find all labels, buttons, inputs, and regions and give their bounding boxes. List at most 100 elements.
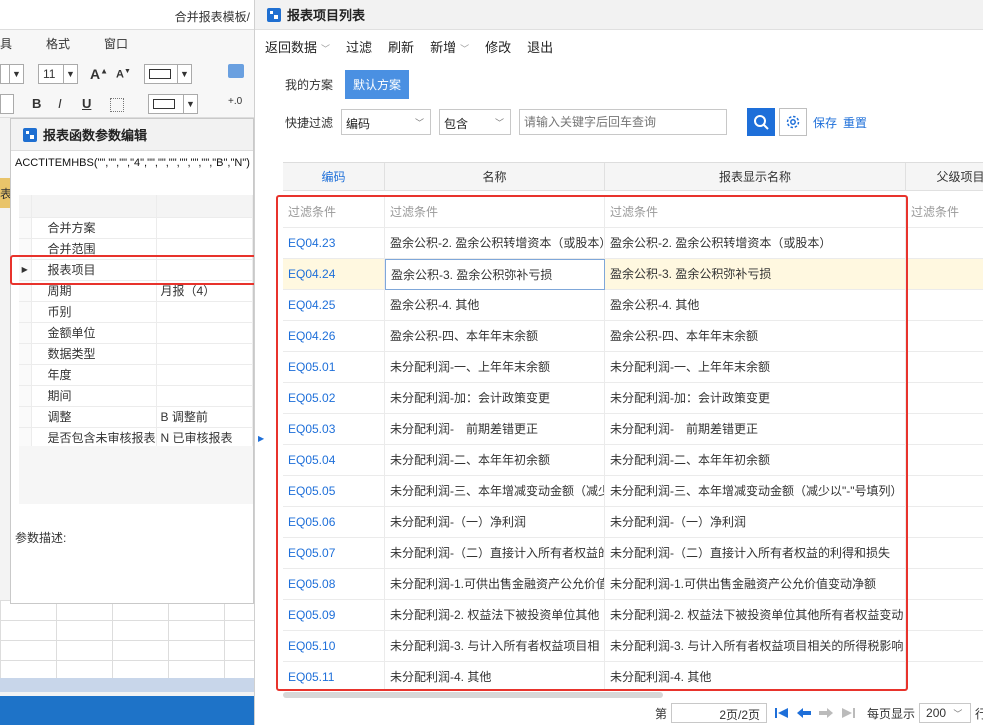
column-header-display-name[interactable]: 报表显示名称 bbox=[605, 163, 906, 191]
border-grid-icon[interactable] bbox=[110, 98, 124, 112]
cell-parent[interactable] bbox=[906, 290, 983, 321]
param-row[interactable]: 调整 B 调整前 bbox=[19, 406, 254, 428]
chevron-down-icon: ﹀ bbox=[321, 43, 331, 54]
filter-field-select[interactable]: 编码 ﹀ bbox=[341, 109, 432, 135]
cell-parent[interactable] bbox=[906, 476, 983, 507]
last-page-icon[interactable] bbox=[840, 707, 856, 719]
param-value[interactable]: B 调整前 bbox=[156, 406, 254, 428]
prev-page-icon[interactable] bbox=[796, 707, 812, 719]
cell-parent[interactable] bbox=[906, 414, 983, 445]
param-value[interactable] bbox=[156, 301, 254, 323]
toolbar-item-label: 退出 bbox=[527, 39, 554, 55]
font-shrink-icon[interactable]: A▼ bbox=[116, 68, 131, 81]
filter-cell-parent[interactable]: 过滤条件 bbox=[906, 197, 983, 228]
scheme-row: 我的方案 默认方案 bbox=[285, 69, 410, 99]
toolbar-item[interactable]: 新增 ﹀ bbox=[430, 37, 469, 56]
param-row[interactable]: 数据类型 bbox=[19, 343, 254, 365]
bg-font-size-value: 11 bbox=[43, 67, 56, 81]
bold-icon[interactable]: B bbox=[32, 96, 41, 111]
font-grow-icon[interactable]: A▲ bbox=[90, 66, 108, 82]
main-toolbar: 返回数据 ﹀ 过滤 刷新 新增 ﹀ 修改 退出 bbox=[255, 34, 983, 58]
cell-parent[interactable] bbox=[906, 662, 983, 690]
italic-icon[interactable]: I bbox=[58, 96, 62, 111]
bg-status-bar bbox=[0, 696, 254, 725]
cell-parent[interactable] bbox=[906, 352, 983, 383]
param-row[interactable]: 是否包含未审核报表 N 已审核报表 bbox=[19, 427, 254, 449]
column-header-parent[interactable]: 父级项目 bbox=[906, 163, 983, 191]
bg-menu-tools[interactable]: 具 bbox=[0, 35, 12, 52]
param-value[interactable] bbox=[156, 322, 254, 344]
param-value[interactable] bbox=[156, 385, 254, 407]
cell-parent[interactable] bbox=[906, 445, 983, 476]
my-scheme-tab[interactable]: 我的方案 bbox=[285, 76, 333, 93]
cell-parent[interactable] bbox=[906, 228, 983, 259]
toolbar-item[interactable]: 刷新 bbox=[388, 37, 414, 56]
filter-operator-select[interactable]: 包含 ﹀ bbox=[439, 109, 512, 135]
toolbar-item-label: 刷新 bbox=[388, 39, 415, 55]
expand-arrow-icon[interactable]: ▶ bbox=[258, 434, 264, 443]
next-page-icon[interactable] bbox=[818, 707, 834, 719]
bg-line-select[interactable]: ▼ bbox=[148, 94, 198, 114]
cell-parent[interactable] bbox=[906, 600, 983, 631]
toolbar-item-label: 过滤 bbox=[346, 39, 373, 55]
default-scheme-tab[interactable]: 默认方案 bbox=[345, 69, 410, 99]
grid-header: 编码 名称 报表显示名称 父级项目 bbox=[283, 163, 983, 191]
bg-menu-format[interactable]: 格式 bbox=[46, 35, 70, 52]
cell-parent[interactable] bbox=[906, 321, 983, 352]
bg-spreadsheet-grid[interactable] bbox=[0, 600, 254, 680]
search-button[interactable] bbox=[747, 108, 776, 136]
toolbar-item[interactable]: 修改 bbox=[485, 37, 511, 56]
cell-parent[interactable] bbox=[906, 569, 983, 600]
cell-parent[interactable] bbox=[906, 507, 983, 538]
bg-align-select[interactable] bbox=[0, 94, 14, 114]
param-row[interactable]: 币别 bbox=[19, 301, 254, 323]
param-description-label: 参数描述: bbox=[15, 531, 67, 545]
cell-parent[interactable] bbox=[906, 259, 983, 290]
bg-toolbar: ▼ 11 ▼ A▲ A▼ ▼ B I U ▼ +.0 bbox=[0, 56, 254, 118]
bg-tool-icon[interactable] bbox=[228, 64, 244, 78]
page-number-input[interactable]: 2页/2页 bbox=[671, 703, 768, 723]
grid-horizontal-scrollbar[interactable] bbox=[283, 692, 663, 698]
page-size-select[interactable]: 200 ﹀ bbox=[919, 703, 972, 723]
decimal-icon[interactable]: +.0 bbox=[228, 96, 242, 107]
row-indicator bbox=[19, 343, 32, 365]
column-header-name[interactable]: 名称 bbox=[385, 163, 605, 191]
param-formula-text: ACCTITEMHBS("","","","4","","","","","",… bbox=[15, 157, 250, 169]
pager-prefix: 第 bbox=[655, 706, 668, 721]
param-edit-dialog: 报表函数参数编辑 ACCTITEMHBS("","","","4","","",… bbox=[10, 118, 254, 604]
search-icon bbox=[754, 115, 769, 130]
filter-settings-button[interactable] bbox=[779, 108, 808, 136]
param-row[interactable]: 合并方案 bbox=[19, 217, 254, 239]
underline-icon[interactable]: U bbox=[82, 96, 91, 111]
bg-font-select[interactable]: ▼ bbox=[0, 64, 24, 84]
param-row[interactable]: 期间 bbox=[19, 385, 254, 407]
keyword-search-input[interactable] bbox=[519, 109, 728, 135]
cell-parent[interactable] bbox=[906, 631, 983, 662]
param-value[interactable] bbox=[156, 343, 254, 365]
param-value[interactable] bbox=[156, 364, 254, 386]
bg-menu-window[interactable]: 窗口 bbox=[104, 35, 128, 52]
filter-field-value: 编码 bbox=[346, 117, 371, 131]
cell-parent[interactable] bbox=[906, 383, 983, 414]
toolbar-item[interactable]: 返回数据 ﹀ bbox=[265, 37, 330, 56]
bg-font-size-select[interactable]: 11 ▼ bbox=[38, 64, 78, 84]
first-page-icon[interactable] bbox=[774, 707, 790, 719]
param-row[interactable]: 年度 bbox=[19, 364, 254, 386]
param-value[interactable] bbox=[156, 217, 254, 239]
column-header-code[interactable]: 编码 bbox=[283, 163, 385, 191]
main-dialog-title: 报表项目列表 bbox=[287, 8, 366, 23]
bg-menu-bar: 具 格式 窗口 bbox=[0, 30, 254, 56]
bg-horizontal-scrollbar[interactable] bbox=[0, 678, 254, 692]
param-row[interactable]: 金额单位 bbox=[19, 322, 254, 344]
toolbar-item[interactable]: 过滤 bbox=[346, 37, 372, 56]
param-dialog-title: 报表函数参数编辑 bbox=[43, 128, 148, 143]
cell-parent[interactable] bbox=[906, 538, 983, 569]
param-name: 数据类型 bbox=[31, 343, 157, 365]
param-row-highlight-box bbox=[10, 255, 260, 285]
reset-scheme-link[interactable]: 重置 bbox=[843, 114, 867, 131]
param-dialog-header: 报表函数参数编辑 bbox=[11, 119, 253, 151]
toolbar-item[interactable]: 退出 bbox=[527, 37, 553, 56]
save-scheme-link[interactable]: 保存 bbox=[813, 114, 837, 131]
bg-border-select[interactable]: ▼ bbox=[144, 64, 192, 84]
param-value[interactable]: N 已审核报表 bbox=[156, 427, 254, 449]
